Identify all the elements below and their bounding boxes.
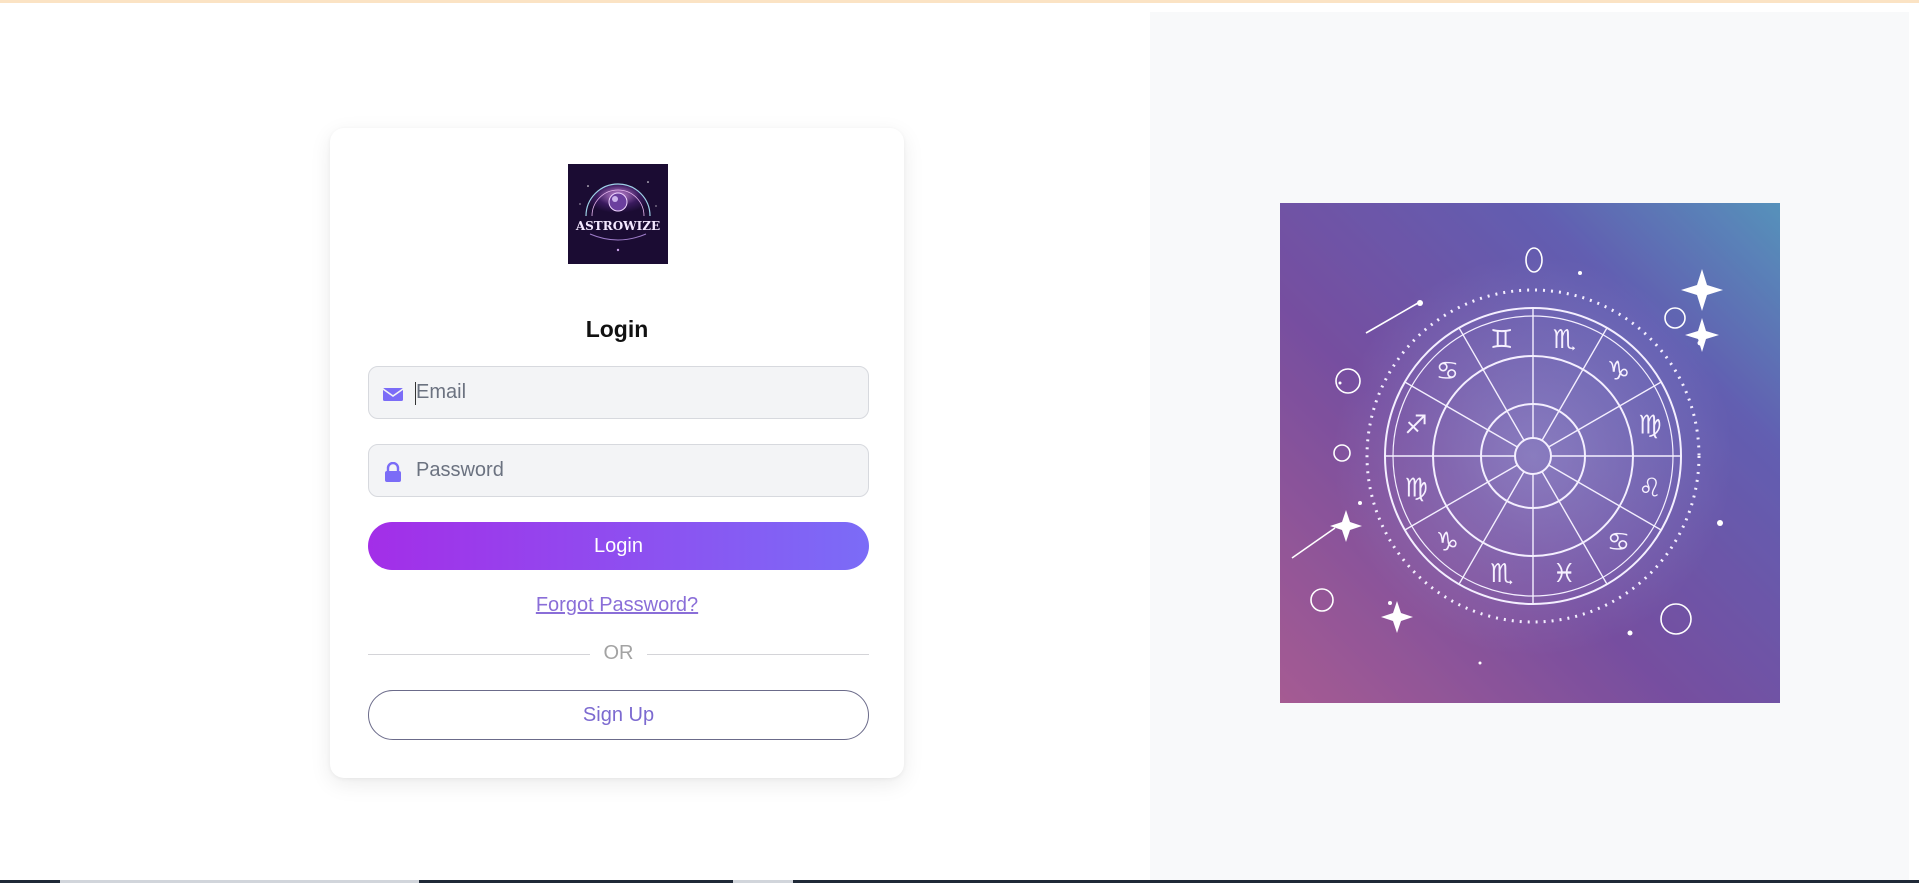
zodiac-glyph: ♏ xyxy=(1553,325,1576,355)
zodiac-glyph: ♊ xyxy=(1490,325,1513,355)
logo-wordmark: ASTROWIZE xyxy=(575,219,660,233)
zodiac-glyph: ♑ xyxy=(1607,356,1630,386)
zodiac-glyph: ♋ xyxy=(1436,356,1459,386)
astrowize-logo: ASTROWIZE xyxy=(568,164,668,264)
zodiac-glyph: ♏ xyxy=(1490,559,1513,589)
sign-up-button[interactable]: Sign Up xyxy=(368,690,869,740)
envelope-icon xyxy=(382,388,404,401)
zodiac-glyph: ♍ xyxy=(1404,473,1427,503)
forgot-password-link[interactable]: Forgot Password? xyxy=(536,594,698,616)
zodiac-glyph: ♌ xyxy=(1638,473,1661,503)
zodiac-hero-image: ♏ ♑ ♍ ♌ ♋ ♓ ♏ ♑ ♍ ♐ ♋ ♊ xyxy=(1280,203,1780,703)
password-field[interactable] xyxy=(368,444,869,497)
zodiac-glyph: ♓ xyxy=(1553,559,1576,589)
text-caret xyxy=(415,382,416,405)
email-input[interactable] xyxy=(416,367,856,418)
login-card: ASTROWIZE Login Login Forgot Password? O… xyxy=(330,128,904,778)
zodiac-glyph: ♋ xyxy=(1607,528,1630,558)
or-divider: OR xyxy=(368,642,869,666)
forgot-password-row: Forgot Password? xyxy=(330,594,904,617)
login-title: Login xyxy=(585,316,649,342)
zodiac-glyph: ♑ xyxy=(1436,528,1459,558)
zodiac-glyph: ♐ xyxy=(1404,411,1427,441)
login-button[interactable]: Login xyxy=(368,522,869,570)
email-field[interactable] xyxy=(368,366,869,419)
lock-icon xyxy=(385,462,401,482)
password-input[interactable] xyxy=(416,445,856,496)
zodiac-glyph: ♍ xyxy=(1638,411,1661,441)
divider-line-right xyxy=(647,654,869,655)
